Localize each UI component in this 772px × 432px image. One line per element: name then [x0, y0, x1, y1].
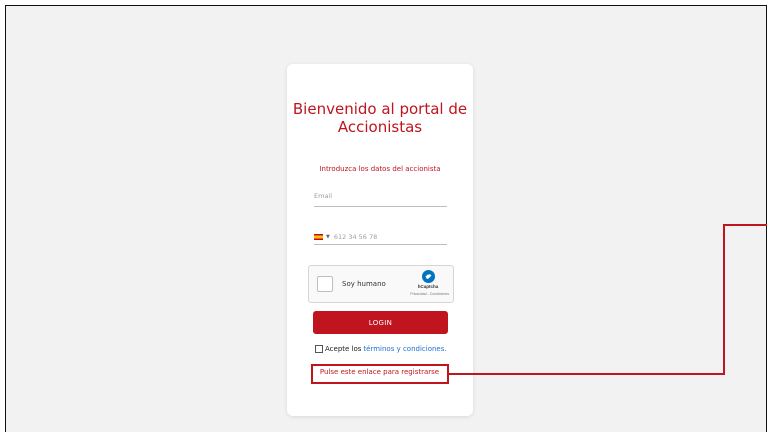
hcaptcha-logo-icon: [422, 270, 435, 283]
login-subtitle: Introduzca los datos del accionista: [319, 165, 441, 173]
page-title: Bienvenido al portal de Accionistas: [292, 100, 468, 136]
terms-link[interactable]: términos y condiciones.: [363, 345, 446, 353]
terms-text: Acepte los: [325, 345, 362, 353]
captcha-checkbox[interactable]: [317, 276, 333, 292]
register-link-highlight: [311, 364, 449, 384]
email-placeholder: Email: [314, 192, 333, 200]
spain-flag-icon[interactable]: [314, 234, 323, 240]
email-field[interactable]: Email: [314, 192, 447, 207]
terms-row: Acepte los términos y condiciones.: [315, 345, 447, 353]
annotation-connector-line: [449, 373, 725, 375]
phone-field[interactable]: ▼ 612 34 56 78: [314, 230, 447, 245]
hcaptcha-widget: Soy humano hCaptcha Privacidad - Condici…: [308, 265, 454, 303]
annotation-connector-line: [723, 224, 767, 226]
phone-placeholder: 612 34 56 78: [333, 233, 378, 241]
captcha-brand: hCaptcha: [417, 284, 439, 289]
captcha-label: Soy humano: [342, 280, 386, 288]
annotation-connector-line: [723, 224, 725, 375]
terms-checkbox[interactable]: [315, 345, 323, 353]
chevron-down-icon[interactable]: ▼: [326, 234, 330, 240]
captcha-privacy-link[interactable]: Privacidad - Condiciones: [410, 292, 449, 296]
login-button[interactable]: LOGIN: [313, 311, 448, 334]
